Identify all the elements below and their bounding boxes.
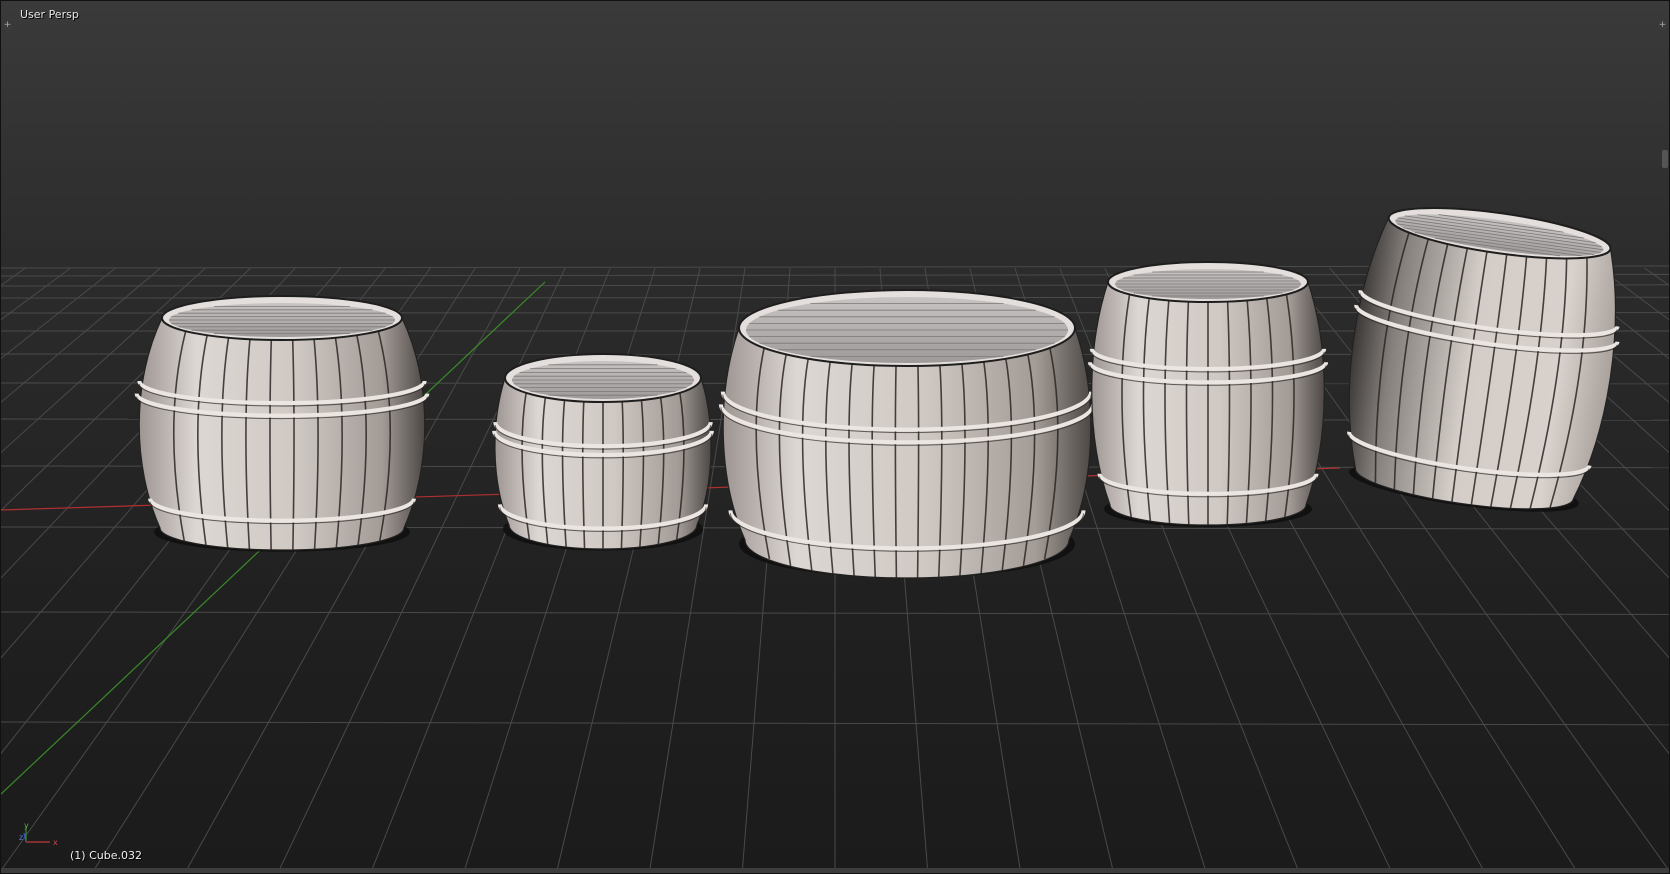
area-split-handle-tl[interactable]: + — [3, 21, 12, 30]
barrel-stave-line — [894, 365, 898, 578]
scene-canvas[interactable] — [0, 0, 1670, 874]
grid-line-v — [0, 267, 71, 322]
barrel-4[interactable] — [1087, 261, 1329, 527]
barrel-3[interactable] — [718, 289, 1096, 579]
grid-line-v — [1644, 267, 1670, 287]
barrel-body — [1348, 216, 1616, 510]
grid-line-v — [0, 267, 116, 360]
grid-line-v — [0, 267, 161, 404]
barrel-5[interactable] — [1331, 195, 1633, 524]
viewport-bottom-edge — [0, 868, 1670, 874]
barrel-1[interactable] — [134, 295, 430, 552]
gizmo-y-label: y — [24, 821, 29, 830]
gizmo-z-label: z — [19, 833, 23, 842]
barrel-body — [138, 317, 426, 551]
sidebar-toggle-handle[interactable] — [1662, 150, 1668, 168]
barrels-group[interactable] — [134, 195, 1633, 579]
barrel-stave-line — [916, 365, 920, 578]
gizmo-x-label: x — [53, 838, 58, 847]
barrel-2[interactable] — [492, 353, 714, 551]
area-split-handle-tr[interactable]: + — [1658, 21, 1667, 30]
3d-viewport[interactable]: User Persp + + y x z (1) Cube.032 — [0, 0, 1670, 874]
active-object-label: (1) Cube.032 — [70, 849, 142, 862]
view-perspective-label: User Persp — [20, 8, 79, 21]
axis-gizmo: y x z — [19, 821, 58, 847]
